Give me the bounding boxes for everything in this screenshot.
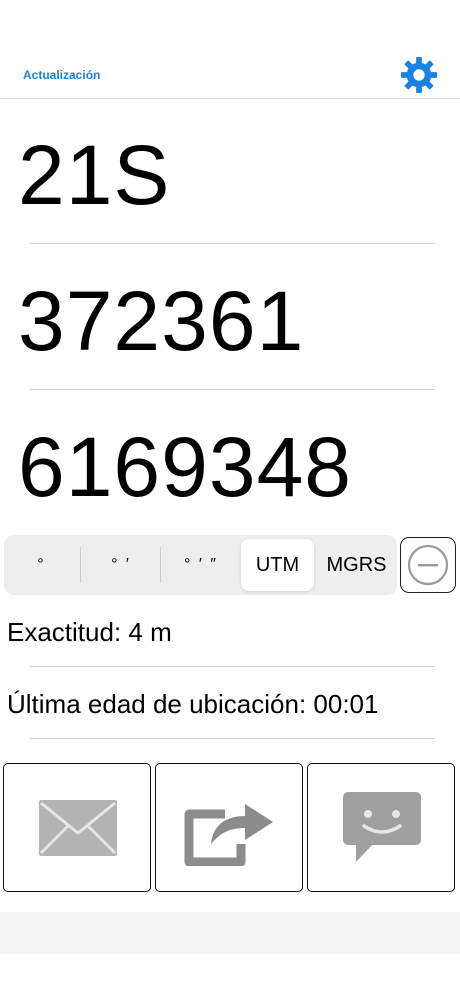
last-location-age-label: Última edad de ubicación: 00:01 (7, 689, 379, 719)
format-segmented-control: ° ° ′ ° ′ ″ UTM MGRS (4, 535, 397, 595)
gear-icon[interactable] (400, 56, 438, 94)
format-option-mgrs[interactable]: MGRS (316, 539, 397, 591)
utm-zone: 21S (18, 128, 171, 222)
update-link[interactable]: Actualización (23, 68, 100, 82)
message-button[interactable] (307, 763, 455, 892)
divider (30, 389, 435, 390)
divider (30, 738, 435, 739)
segment-divider (80, 547, 81, 583)
utm-easting: 372361 (18, 274, 305, 368)
format-option-degrees[interactable]: ° (4, 539, 79, 591)
accuracy-label: Exactitud: 4 m (7, 617, 172, 647)
navigation-bar: Actualización (0, 0, 460, 99)
envelope-icon (39, 800, 117, 856)
chat-bubble-icon (343, 792, 421, 862)
bottom-bar (0, 912, 460, 954)
divider (30, 666, 435, 667)
divider (30, 243, 435, 244)
utm-northing: 6169348 (18, 420, 353, 514)
segment-divider (160, 547, 161, 583)
format-option-degrees-minutes[interactable]: ° ′ (82, 539, 160, 591)
format-option-utm[interactable]: UTM (241, 539, 314, 591)
share-arrow-icon (184, 804, 273, 866)
format-option-degrees-minutes-seconds[interactable]: ° ′ ″ (162, 539, 240, 591)
minus-circle-button[interactable] (400, 537, 456, 593)
minus-circle-icon (407, 544, 448, 585)
email-button[interactable] (3, 763, 151, 892)
share-button[interactable] (155, 763, 303, 892)
